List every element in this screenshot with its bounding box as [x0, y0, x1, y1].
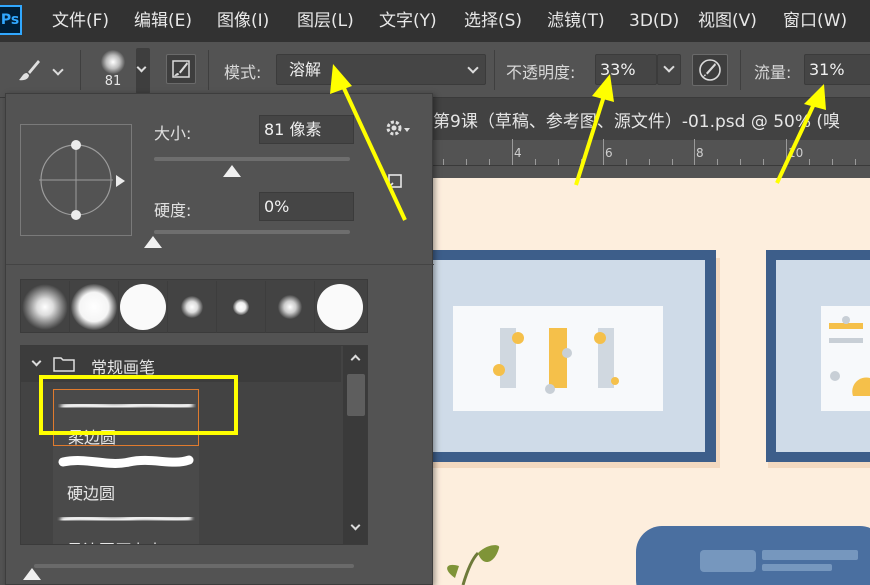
arrow-to-flow	[775, 84, 826, 184]
arrow-to-mode	[330, 64, 407, 221]
highlight-box	[39, 375, 238, 435]
arrow-to-opacity	[574, 74, 614, 186]
annotation-overlay	[39, 64, 826, 435]
